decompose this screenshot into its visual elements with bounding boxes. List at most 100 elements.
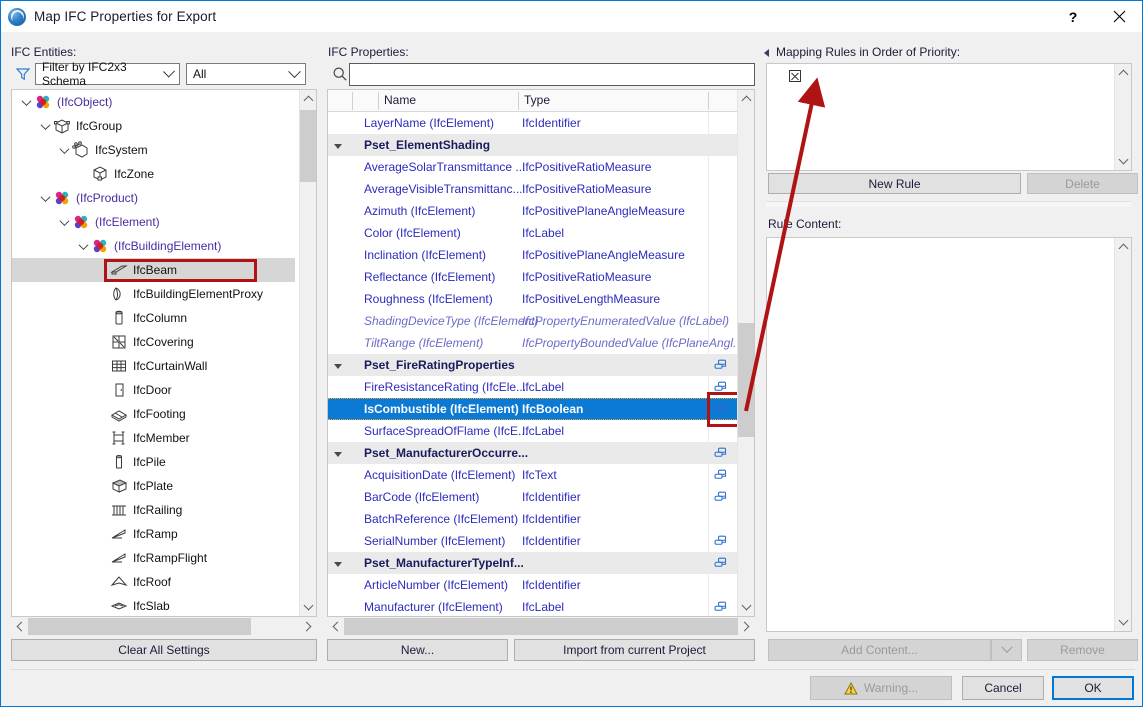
- scroll-right-arrow[interactable]: [300, 618, 317, 635]
- rules-vertical-scrollbar[interactable]: [1114, 64, 1131, 170]
- property-row[interactable]: SurfaceSpreadOfFlame (IfcE... IfcLabel: [328, 420, 738, 442]
- tree-item-ifcmember[interactable]: IfcMember: [12, 426, 295, 450]
- property-row[interactable]: ArticleNumber (IfcElement) IfcIdentifier: [328, 574, 738, 596]
- mapping-rules-list[interactable]: [766, 63, 1132, 171]
- link-mapping-icon[interactable]: [714, 535, 728, 547]
- link-mapping-icon[interactable]: [714, 403, 728, 415]
- link-mapping-icon[interactable]: [714, 447, 728, 459]
- rule-content-list[interactable]: [766, 237, 1132, 632]
- chevron-down-icon[interactable]: [56, 142, 72, 158]
- property-row[interactable]: LayerName (IfcElement) IfcIdentifier: [328, 112, 738, 134]
- property-row[interactable]: BatchReference (IfcElement) IfcIdentifier: [328, 508, 738, 530]
- tree-item-ifcbeam[interactable]: IfcBeam: [12, 258, 295, 282]
- property-group-row[interactable]: Pset_ElementShading: [328, 134, 738, 156]
- tree-item-ifcdoor[interactable]: IfcDoor: [12, 378, 295, 402]
- ifc-entities-tree[interactable]: (IfcObject) IfcGroup IfcSystem IfcZone (IfcP…: [11, 89, 317, 617]
- scroll-up-arrow[interactable]: [1115, 238, 1131, 255]
- content-vertical-scrollbar[interactable]: [1114, 238, 1131, 631]
- property-group-row[interactable]: Pset_ManufacturerTypeInf...: [328, 552, 738, 574]
- tree-item-ifczone[interactable]: IfcZone: [12, 162, 295, 186]
- new-rule-button[interactable]: New Rule: [768, 173, 1021, 194]
- clear-all-settings-button[interactable]: Clear All Settings: [11, 639, 317, 661]
- tree-item-ifcproduct[interactable]: (IfcProduct): [12, 186, 295, 210]
- property-row[interactable]: AcquisitionDate (IfcElement) IfcText: [328, 464, 738, 486]
- scroll-down-arrow[interactable]: [1115, 614, 1131, 631]
- mapping-rule-item[interactable]: [789, 70, 808, 82]
- scroll-down-arrow[interactable]: [738, 599, 754, 616]
- tree-item-ifcroof[interactable]: IfcRoof: [12, 570, 295, 594]
- tree-item-ifcfooting[interactable]: IfcFooting: [12, 402, 295, 426]
- cancel-button[interactable]: Cancel: [962, 676, 1044, 700]
- chevron-down-icon[interactable]: [37, 118, 53, 134]
- import-from-project-button[interactable]: Import from current Project: [514, 639, 755, 661]
- tree-item-ifcslab[interactable]: IfcSlab: [12, 594, 295, 616]
- property-row[interactable]: TiltRange (IfcElement) IfcPropertyBounded…: [328, 332, 738, 354]
- chevron-down-icon[interactable]: [18, 94, 34, 110]
- tree-item-ifccolumn[interactable]: IfcColumn: [12, 306, 295, 330]
- tree-item-ifcrailing[interactable]: IfcRailing: [12, 498, 295, 522]
- link-mapping-icon[interactable]: [714, 381, 728, 393]
- tree-item-ifcgroup[interactable]: IfcGroup: [12, 114, 295, 138]
- property-row[interactable]: SerialNumber (IfcElement) IfcIdentifier: [328, 530, 738, 552]
- tree-item-ifcbuildingelement[interactable]: (IfcBuildingElement): [12, 234, 295, 258]
- tree-item-ifccurtainwall[interactable]: IfcCurtainWall: [12, 354, 295, 378]
- link-mapping-icon[interactable]: [714, 491, 728, 503]
- scroll-thumb[interactable]: [300, 110, 316, 182]
- property-group-row[interactable]: Pset_ManufacturerOccurre...: [328, 442, 738, 464]
- property-row[interactable]: Reflectance (IfcElement) IfcPositiveRatio…: [328, 266, 738, 288]
- link-mapping-icon[interactable]: [714, 469, 728, 481]
- ifc-properties-table[interactable]: Name Type LayerName (IfcElement) IfcIdent…: [327, 89, 755, 617]
- scroll-left-arrow[interactable]: [11, 618, 28, 635]
- property-row[interactable]: Inclination (IfcElement) IfcPositivePlane…: [328, 244, 738, 266]
- new-property-button[interactable]: New...: [327, 639, 508, 661]
- link-mapping-icon[interactable]: [714, 359, 728, 371]
- tree-item-ifcsystem[interactable]: IfcSystem: [12, 138, 295, 162]
- triangle-down-icon[interactable]: [334, 449, 344, 459]
- scroll-up-arrow[interactable]: [300, 90, 316, 107]
- chevron-down-icon[interactable]: [37, 190, 53, 206]
- property-group-row[interactable]: Pset_FireRatingProperties: [328, 354, 738, 376]
- schema-filter-combo[interactable]: Filter by IFC2x3 Schema: [35, 60, 180, 88]
- search-input[interactable]: [350, 64, 754, 85]
- tree-horizontal-scrollbar[interactable]: [11, 618, 317, 635]
- property-row[interactable]: BarCode (IfcElement) IfcIdentifier: [328, 486, 738, 508]
- property-row[interactable]: Color (IfcElement) IfcLabel: [328, 222, 738, 244]
- entity-type-combo[interactable]: All: [186, 63, 306, 85]
- scroll-thumb[interactable]: [344, 618, 738, 635]
- tree-item-ifcbuildingelementproxy[interactable]: IfcBuildingElementProxy: [12, 282, 295, 306]
- triangle-left-icon[interactable]: [764, 49, 769, 57]
- scroll-up-arrow[interactable]: [738, 90, 754, 107]
- property-row[interactable]: Azimuth (IfcElement) IfcPositivePlaneAngl…: [328, 200, 738, 222]
- link-mapping-icon[interactable]: [714, 557, 728, 569]
- link-mapping-icon[interactable]: [714, 601, 728, 613]
- tree-item-ifccovering[interactable]: IfcCovering: [12, 330, 295, 354]
- tree-item-ifcelement[interactable]: (IfcElement): [12, 210, 295, 234]
- triangle-down-icon[interactable]: [334, 361, 344, 371]
- property-search-box[interactable]: [349, 63, 755, 86]
- column-header-type[interactable]: Type: [524, 93, 550, 107]
- property-row[interactable]: FireResistanceRating (IfcEle... IfcLabel: [328, 376, 738, 398]
- properties-horizontal-scrollbar[interactable]: [327, 618, 755, 635]
- column-header-name[interactable]: Name: [384, 93, 416, 107]
- tree-item-ifcobject[interactable]: (IfcObject): [12, 90, 295, 114]
- property-row[interactable]: AverageSolarTransmittance ... IfcPositive…: [328, 156, 738, 178]
- tree-item-ifcpile[interactable]: IfcPile: [12, 450, 295, 474]
- scroll-right-arrow[interactable]: [738, 618, 755, 635]
- scroll-thumb[interactable]: [28, 618, 251, 635]
- tree-item-ifcplate[interactable]: IfcPlate: [12, 474, 295, 498]
- triangle-down-icon[interactable]: [334, 141, 344, 151]
- property-row[interactable]: Roughness (IfcElement) IfcPositiveLengthM…: [328, 288, 738, 310]
- property-row[interactable]: ShadingDeviceType (IfcElement) IfcPropert…: [328, 310, 738, 332]
- ok-button[interactable]: OK: [1052, 676, 1134, 700]
- scroll-up-arrow[interactable]: [1115, 64, 1131, 81]
- chevron-down-icon[interactable]: [75, 238, 91, 254]
- property-row[interactable]: IsCombustible (IfcElement) IfcBoolean: [328, 398, 738, 420]
- chevron-down-icon[interactable]: [56, 214, 72, 230]
- scroll-down-arrow[interactable]: [1115, 153, 1131, 170]
- scroll-thumb[interactable]: [738, 323, 754, 437]
- property-row[interactable]: AverageVisibleTransmittanc... IfcPositive…: [328, 178, 738, 200]
- scroll-down-arrow[interactable]: [300, 599, 316, 616]
- close-button[interactable]: [1096, 1, 1142, 32]
- tree-item-ifcrampflight[interactable]: IfcRampFlight: [12, 546, 295, 570]
- help-button[interactable]: ?: [1050, 1, 1096, 32]
